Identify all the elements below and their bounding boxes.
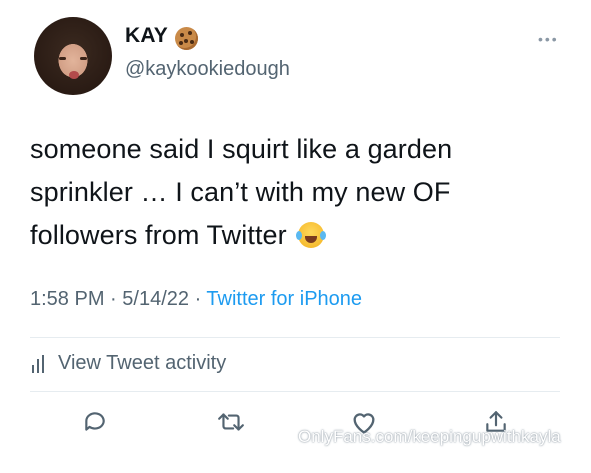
avatar-eye [59,57,66,60]
tweet-source-link[interactable]: Twitter for iPhone [206,288,362,310]
tear-icon [296,231,303,240]
tweet-time[interactable]: 1:58 PM [30,288,104,310]
cookie-icon [175,27,198,50]
mouth-icon [305,236,318,243]
avatar-eye [80,57,87,60]
tweet-card: KAY @kaykookiedough ••• someone said I s… [0,0,591,473]
tweet-date[interactable]: 5/14/22 [122,288,189,310]
avatar[interactable] [34,17,112,95]
divider [30,337,560,338]
tear-icon [320,231,327,240]
face-with-tears-of-joy-icon [296,222,327,248]
user-handle[interactable]: @kaykookiedough [125,58,290,81]
avatar-lips [69,71,79,79]
tweet-text-body: someone said I squirt like a garden spri… [30,134,453,250]
meta-separator: · [110,288,123,310]
activity-bars-icon [30,354,48,373]
meta-separator: · [194,288,207,310]
tweet-meta: 1:58 PM · 5/14/22 · Twitter for iPhone [30,288,362,311]
reply-button[interactable] [75,402,115,442]
reply-icon [85,412,105,431]
activity-label: View Tweet activity [58,352,227,374]
watermark: OnlyFans.com/keepingupwithkayla [298,427,561,446]
more-options-icon[interactable]: ••• [538,31,559,47]
divider [30,391,560,392]
view-tweet-activity-button[interactable]: View Tweet activity [30,352,226,375]
retweet-icon [218,413,244,431]
display-name[interactable]: KAY [125,24,168,48]
retweet-button[interactable] [211,402,251,442]
tweet-text: someone said I squirt like a garden spri… [30,128,550,257]
